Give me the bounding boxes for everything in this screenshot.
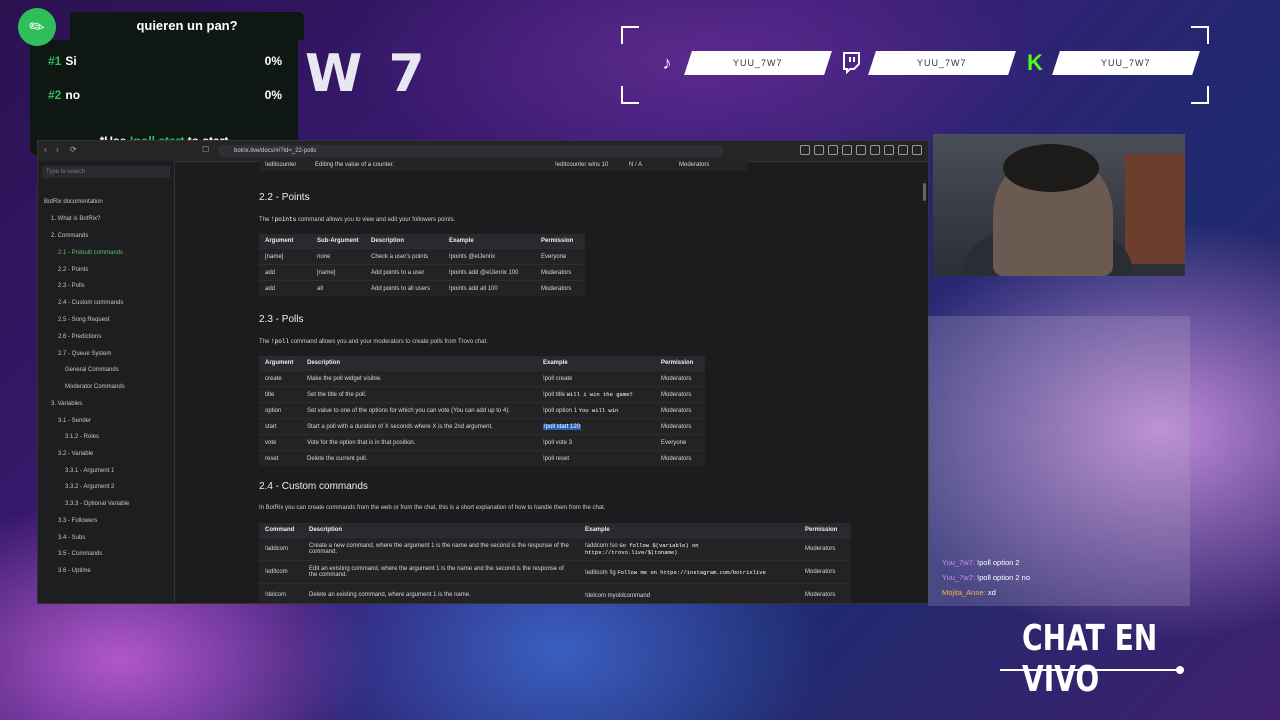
frame-corner-bl [621, 86, 639, 104]
chat-username: Yuu_7w7: [942, 558, 975, 567]
table-row: !addcom Create a new command, where the a… [259, 537, 851, 561]
table-row: vote Vote for the option that is in that … [259, 434, 705, 451]
sidebar-item[interactable]: 2.3 - Polls [58, 283, 85, 289]
points-table: Argument Sub-Argument Description Exampl… [259, 234, 585, 296]
sidebar-item[interactable]: 2. Commands [51, 233, 88, 239]
sidebar-item[interactable]: 3.3.3 - Optional Variable [65, 501, 129, 507]
sidebar-item[interactable]: 3.3.2 - Argument 2 [65, 484, 114, 490]
twitch-handle: YUU_7W7 [917, 58, 967, 68]
chat-message: Yuu_7w7: !poll option 2 no [942, 573, 1030, 588]
forward-icon[interactable]: › [56, 145, 59, 154]
tiktok-icon: ♪ [662, 52, 672, 73]
twitch-icon [836, 48, 866, 78]
docs-sidebar: Type to search BotRix documentation 1. Wh… [38, 161, 175, 603]
browser-window: ‹ › ⟳ ☐ botrix.live/docs/#/?id=_22-polls… [37, 140, 929, 604]
poll-option: #1 Si 0% [48, 54, 282, 68]
kick-handle: YUU_7W7 [1101, 58, 1151, 68]
social-kick: K YUU_7W7 [1020, 48, 1200, 78]
background-logo-text: W 7 [305, 44, 429, 104]
chat-text: !poll option 2 [977, 558, 1020, 567]
sidebar-item[interactable]: Moderator Commands [65, 384, 125, 390]
table-row: !editcounter Editing the value of a coun… [259, 161, 747, 171]
table-row: !delcom Delete an existing command, where… [259, 583, 851, 603]
sidebar-item[interactable]: 1. What is BotRix? [51, 216, 100, 222]
sidebar-item[interactable]: 3.3 - Followers [58, 518, 97, 524]
table-row: title Set the title of the poll. !poll tit… [259, 386, 705, 403]
polls-description: The !poll command allows you and your mo… [259, 338, 488, 345]
back-icon[interactable]: ‹ [44, 145, 47, 154]
chat-underline [1000, 669, 1180, 671]
poll-option: #2 no 0% [48, 88, 282, 102]
custom-commands-table: Command Description Example Permission !… [259, 523, 851, 603]
sidebar-item[interactable]: 2.4 - Custom commands [58, 300, 123, 306]
sidebar-item[interactable]: 2.2 - Points [58, 267, 88, 273]
chat-text: !poll option 2 no [977, 573, 1031, 582]
table-row: !editcom Edit an existing command, where … [259, 560, 851, 584]
points-description: The !points command allows you to view a… [259, 216, 456, 223]
webcam-feed [933, 134, 1185, 276]
scrollbar-thumb[interactable] [923, 183, 926, 201]
section-heading-polls: 2.3 - Polls [259, 314, 304, 325]
sidebar-item[interactable]: 3.5 - Commands [58, 551, 102, 557]
sidebar-item[interactable]: 3.2 - Variable [58, 451, 93, 457]
tiktok-handle: YUU_7W7 [733, 58, 783, 68]
poll-option-percent: 0% [264, 54, 282, 68]
kick-icon: K [1027, 50, 1043, 75]
sidebar-item[interactable]: 3.1.2 - Roles [65, 434, 99, 440]
chat-username: Yuu_7w7: [942, 573, 975, 582]
chat-dot [1176, 666, 1184, 674]
browser-toolbar: ‹ › ⟳ ☐ botrix.live/docs/#/?id=_22-polls [38, 141, 928, 162]
frame-corner-tr [1191, 26, 1209, 44]
social-twitch: YUU_7W7 [836, 48, 1016, 78]
chat-message: Yuu_7w7: !poll option 2 [942, 558, 1030, 573]
poll-title: quieren un pan? [136, 18, 238, 33]
table-row: start Start a poll with a duration of X s… [259, 418, 705, 435]
sidebar-item[interactable]: 3.1 - Sender [58, 418, 91, 424]
reload-icon[interactable]: ⟳ [70, 145, 77, 154]
custom-description: In BotRix you can create commands from t… [259, 505, 606, 511]
sidebar-item[interactable]: General Commands [65, 367, 119, 373]
table-row: add [name] Add points to a user !points add… [259, 264, 585, 281]
chat-messages: Yuu_7w7: !poll option 2 Yuu_7w7: !poll op… [942, 558, 1030, 603]
sidebar-item[interactable]: BotRix documentation [44, 199, 103, 205]
section-heading-custom-commands: 2.4 - Custom commands [259, 481, 368, 492]
table-row: option Set value to one of the options fo… [259, 402, 705, 419]
polls-table: Argument Description Example Permission … [259, 356, 705, 466]
sidebar-item[interactable]: 2.6 - Predictions [58, 334, 101, 340]
sidebar-item[interactable]: 3.4 - Subs [58, 535, 85, 541]
section-heading-points: 2.2 - Points [259, 192, 310, 203]
sidebar-item[interactable]: 3.6 - Uptime [58, 568, 91, 574]
chat-title: CHAT EN VIVO [1022, 618, 1158, 700]
sidebar-item[interactable]: 2.1 - Prebuilt commands [58, 250, 123, 256]
frame-corner-tl [621, 26, 639, 44]
poll-option-percent: 0% [264, 88, 282, 102]
table-row: reset Delete the current poll. !poll reset… [259, 450, 705, 466]
extension-icons[interactable] [800, 145, 922, 155]
social-tiktok: ♪ YUU_7W7 [652, 48, 832, 78]
frame-corner-br [1191, 86, 1209, 104]
address-bar[interactable]: botrix.live/docs/#/?id=_22-polls [218, 145, 724, 157]
sidebar-item[interactable]: 3.3.1 - Argument 1 [65, 468, 114, 474]
table-row: add all Add points to all users !points add… [259, 280, 585, 296]
table-row: create Make the poll widget visible. !poll… [259, 370, 705, 387]
chat-username: Mojita_Anne: [942, 588, 986, 597]
sidebar-item[interactable]: 3. Variables [51, 401, 82, 407]
chat-text: xd [987, 588, 996, 597]
docs-content: !editcounter Editing the value of a coun… [175, 161, 928, 603]
sidebar-item[interactable]: 2.5 - Song Request [58, 317, 110, 323]
bookmark-icon[interactable]: ☐ [202, 145, 209, 154]
poll-widget: ✎ quieren un pan? #1Si 0% #2no 0% *Use !… [10, 0, 304, 156]
chat-message: Mojita_Anne: xd [942, 588, 1030, 603]
docs-search-input[interactable]: Type to search [42, 166, 170, 178]
sidebar-item[interactable]: 2.7 - Queue System [58, 351, 111, 357]
table-row: [name] none Check a user's points !points @… [259, 248, 585, 265]
